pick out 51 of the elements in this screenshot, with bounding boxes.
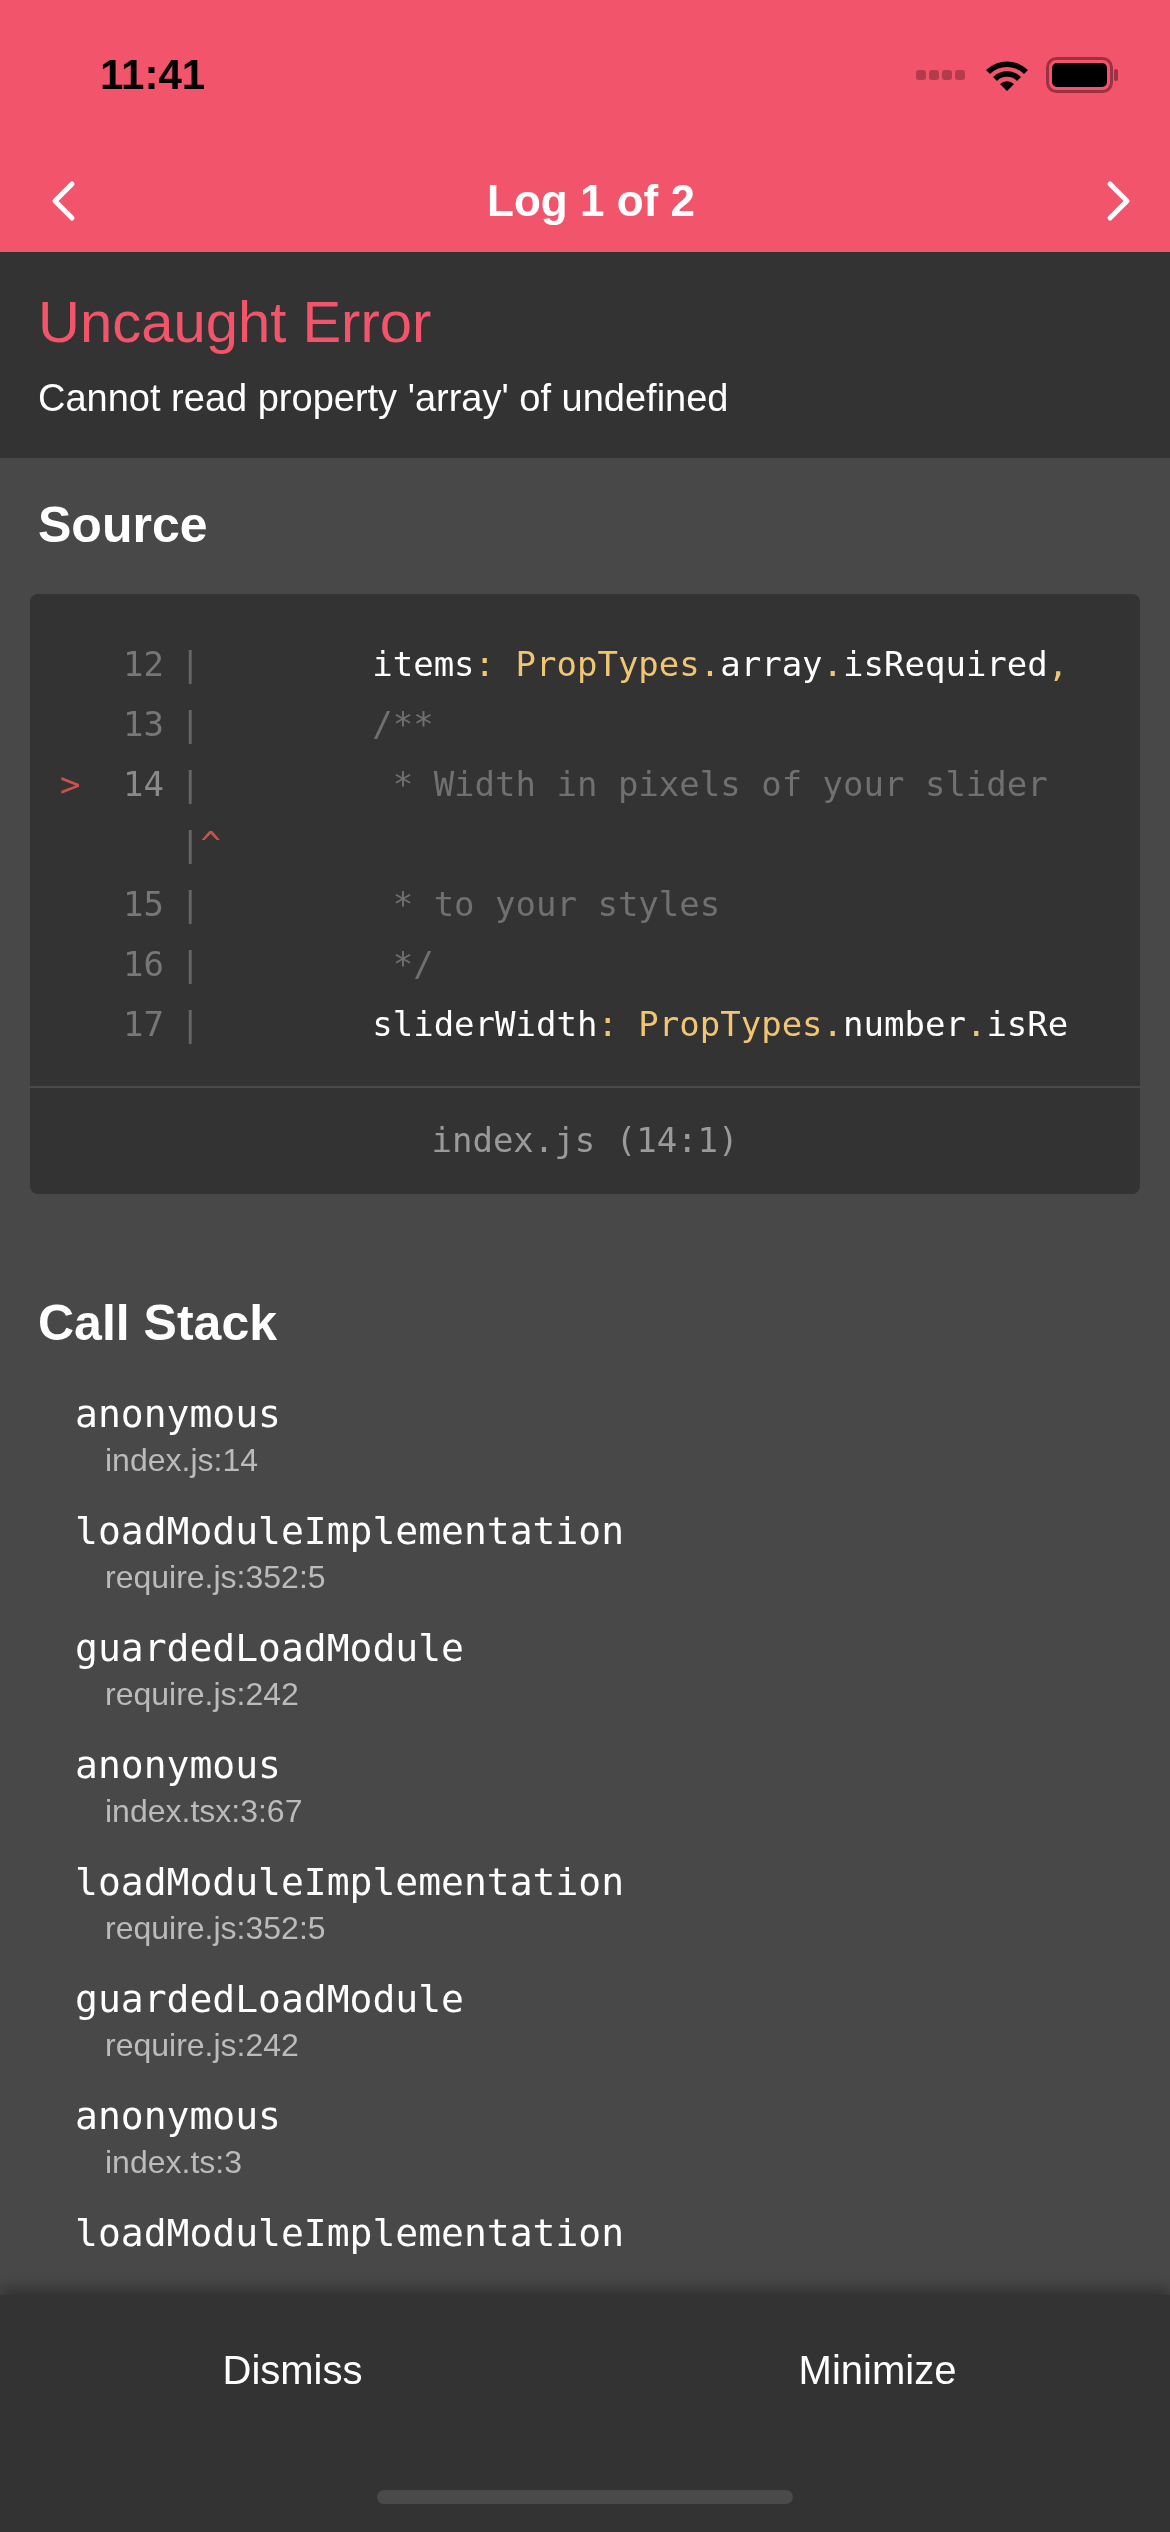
line-number: 12 bbox=[122, 644, 164, 684]
chevron-left-icon bbox=[50, 180, 76, 222]
gutter-label: | bbox=[180, 1004, 201, 1044]
code-line: */ bbox=[391, 944, 434, 984]
stack-frame-name: anonymous bbox=[75, 1392, 282, 1436]
code-line: items: PropTypes.array.isRequired, bbox=[371, 644, 1069, 684]
line-number: 13 bbox=[122, 704, 164, 744]
code-line: sliderWidth: PropTypes.number.isRe bbox=[371, 1004, 1069, 1044]
stack-frame-name: guardedLoadModule bbox=[75, 1626, 465, 1670]
stack-frame-name: guardedLoadModule bbox=[75, 1977, 465, 2021]
chevron-right-icon bbox=[1106, 180, 1132, 222]
stack-frame-name: anonymous bbox=[75, 1743, 282, 1787]
stack-frame-location: require.js:242 bbox=[104, 1676, 300, 1713]
previous-button[interactable] bbox=[50, 180, 76, 222]
code-line: * to your styles bbox=[391, 884, 721, 924]
gutter-label: | bbox=[180, 824, 201, 864]
stack-frame-location: index.js:14 bbox=[104, 1442, 259, 1479]
battery-icon bbox=[1046, 57, 1120, 93]
stack-frame-location: index.ts:3 bbox=[104, 2144, 243, 2181]
code-line: * Width in pixels of your slider bbox=[391, 764, 1048, 804]
line-number: 17 bbox=[122, 1004, 164, 1044]
gutter-label: | bbox=[180, 764, 201, 804]
stack-frame-name: loadModuleImplementation bbox=[75, 1509, 626, 1553]
section-heading: Source bbox=[37, 496, 209, 554]
gutter-label: | bbox=[180, 644, 201, 684]
stack-frame-name: loadModuleImplementation bbox=[75, 2211, 626, 2255]
stack-frame-name: anonymous bbox=[75, 2094, 282, 2138]
gutter-label: | bbox=[180, 704, 201, 744]
code-line: /** bbox=[371, 704, 434, 744]
error-line-marker: > bbox=[60, 764, 82, 804]
log-counter-title: Log 1 of 2 bbox=[487, 176, 695, 226]
signal-icon bbox=[916, 68, 968, 82]
line-number: 16 bbox=[122, 944, 164, 984]
status-time: 11:41 bbox=[100, 51, 206, 99]
next-button[interactable] bbox=[1106, 180, 1132, 222]
stack-frame-location: require.js:352:5 bbox=[104, 1910, 327, 1947]
error-message: Cannot read property 'array' of undefined bbox=[38, 377, 730, 420]
source-file-location: index.js (14:1) bbox=[430, 1119, 740, 1162]
line-number: 14 bbox=[122, 764, 164, 804]
stack-frame-location: require.js:242 bbox=[104, 2027, 300, 2064]
gutter-label: | bbox=[180, 944, 201, 984]
caret-marker: ^ bbox=[200, 824, 221, 864]
error-title: Uncaught Error bbox=[38, 288, 433, 355]
section-heading: Call Stack bbox=[37, 1294, 278, 1352]
dismiss-button[interactable]: Dismiss bbox=[0, 2295, 585, 2445]
line-number: 15 bbox=[122, 884, 164, 924]
stack-frame-location: require.js:352:5 bbox=[104, 1559, 327, 1596]
stack-frame-name: loadModuleImplementation bbox=[75, 1860, 626, 1904]
minimize-button[interactable]: Minimize bbox=[585, 2295, 1170, 2445]
gutter-label: | bbox=[180, 884, 201, 924]
stack-frame-location: index.tsx:3:67 bbox=[104, 1793, 304, 1830]
